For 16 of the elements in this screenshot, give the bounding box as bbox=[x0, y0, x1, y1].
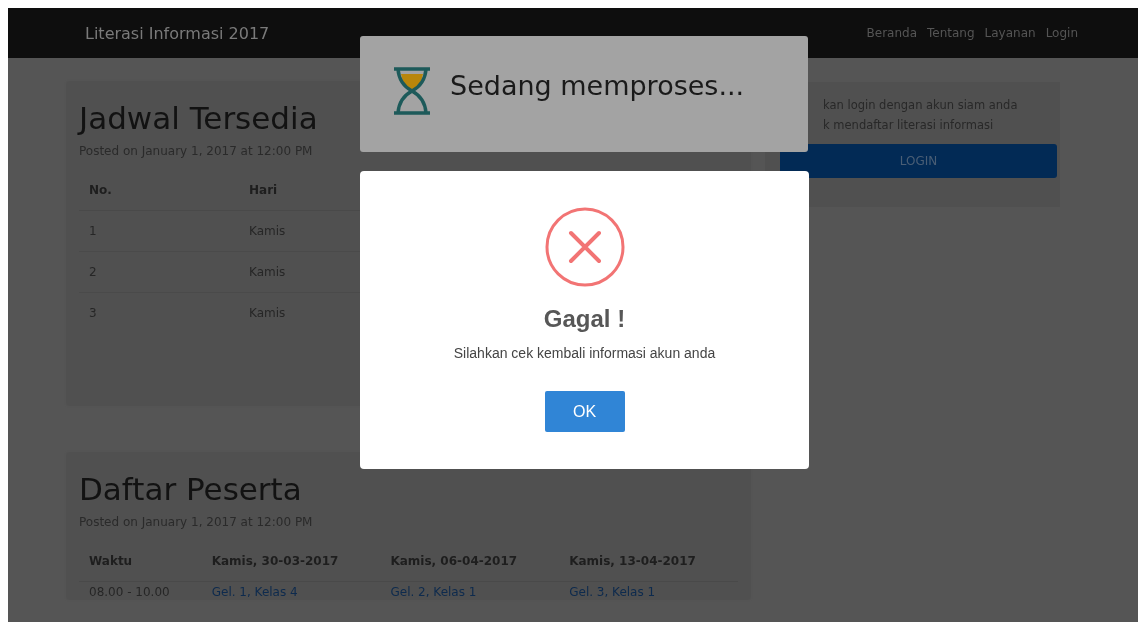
login-button[interactable]: LOGIN bbox=[780, 144, 1057, 178]
ok-button[interactable]: OK bbox=[544, 391, 625, 432]
session-link[interactable]: Gel. 1, Kelas 4 bbox=[211, 585, 298, 599]
section-title: Daftar Peserta bbox=[79, 471, 303, 507]
session-link[interactable]: Gel. 3, Kelas 1 bbox=[569, 585, 656, 599]
section-title: Jadwal Tersedia bbox=[79, 100, 319, 136]
nav-link[interactable]: Tentang bbox=[927, 26, 975, 40]
alert-title: Gagal ! bbox=[543, 305, 626, 333]
nav-link[interactable]: Layanan bbox=[984, 26, 1036, 40]
nav-link[interactable]: Login bbox=[1045, 26, 1078, 40]
processing-message: Sedang memproses... bbox=[450, 70, 745, 101]
alert-message: Silahkan cek kembali informasi akun anda bbox=[453, 345, 716, 361]
session-link[interactable]: Gel. 2, Kelas 1 bbox=[390, 585, 477, 599]
site-brand[interactable]: Literasi Informasi 2017 bbox=[85, 23, 270, 43]
error-icon bbox=[544, 207, 625, 287]
nav-link[interactable]: Beranda bbox=[866, 26, 917, 40]
